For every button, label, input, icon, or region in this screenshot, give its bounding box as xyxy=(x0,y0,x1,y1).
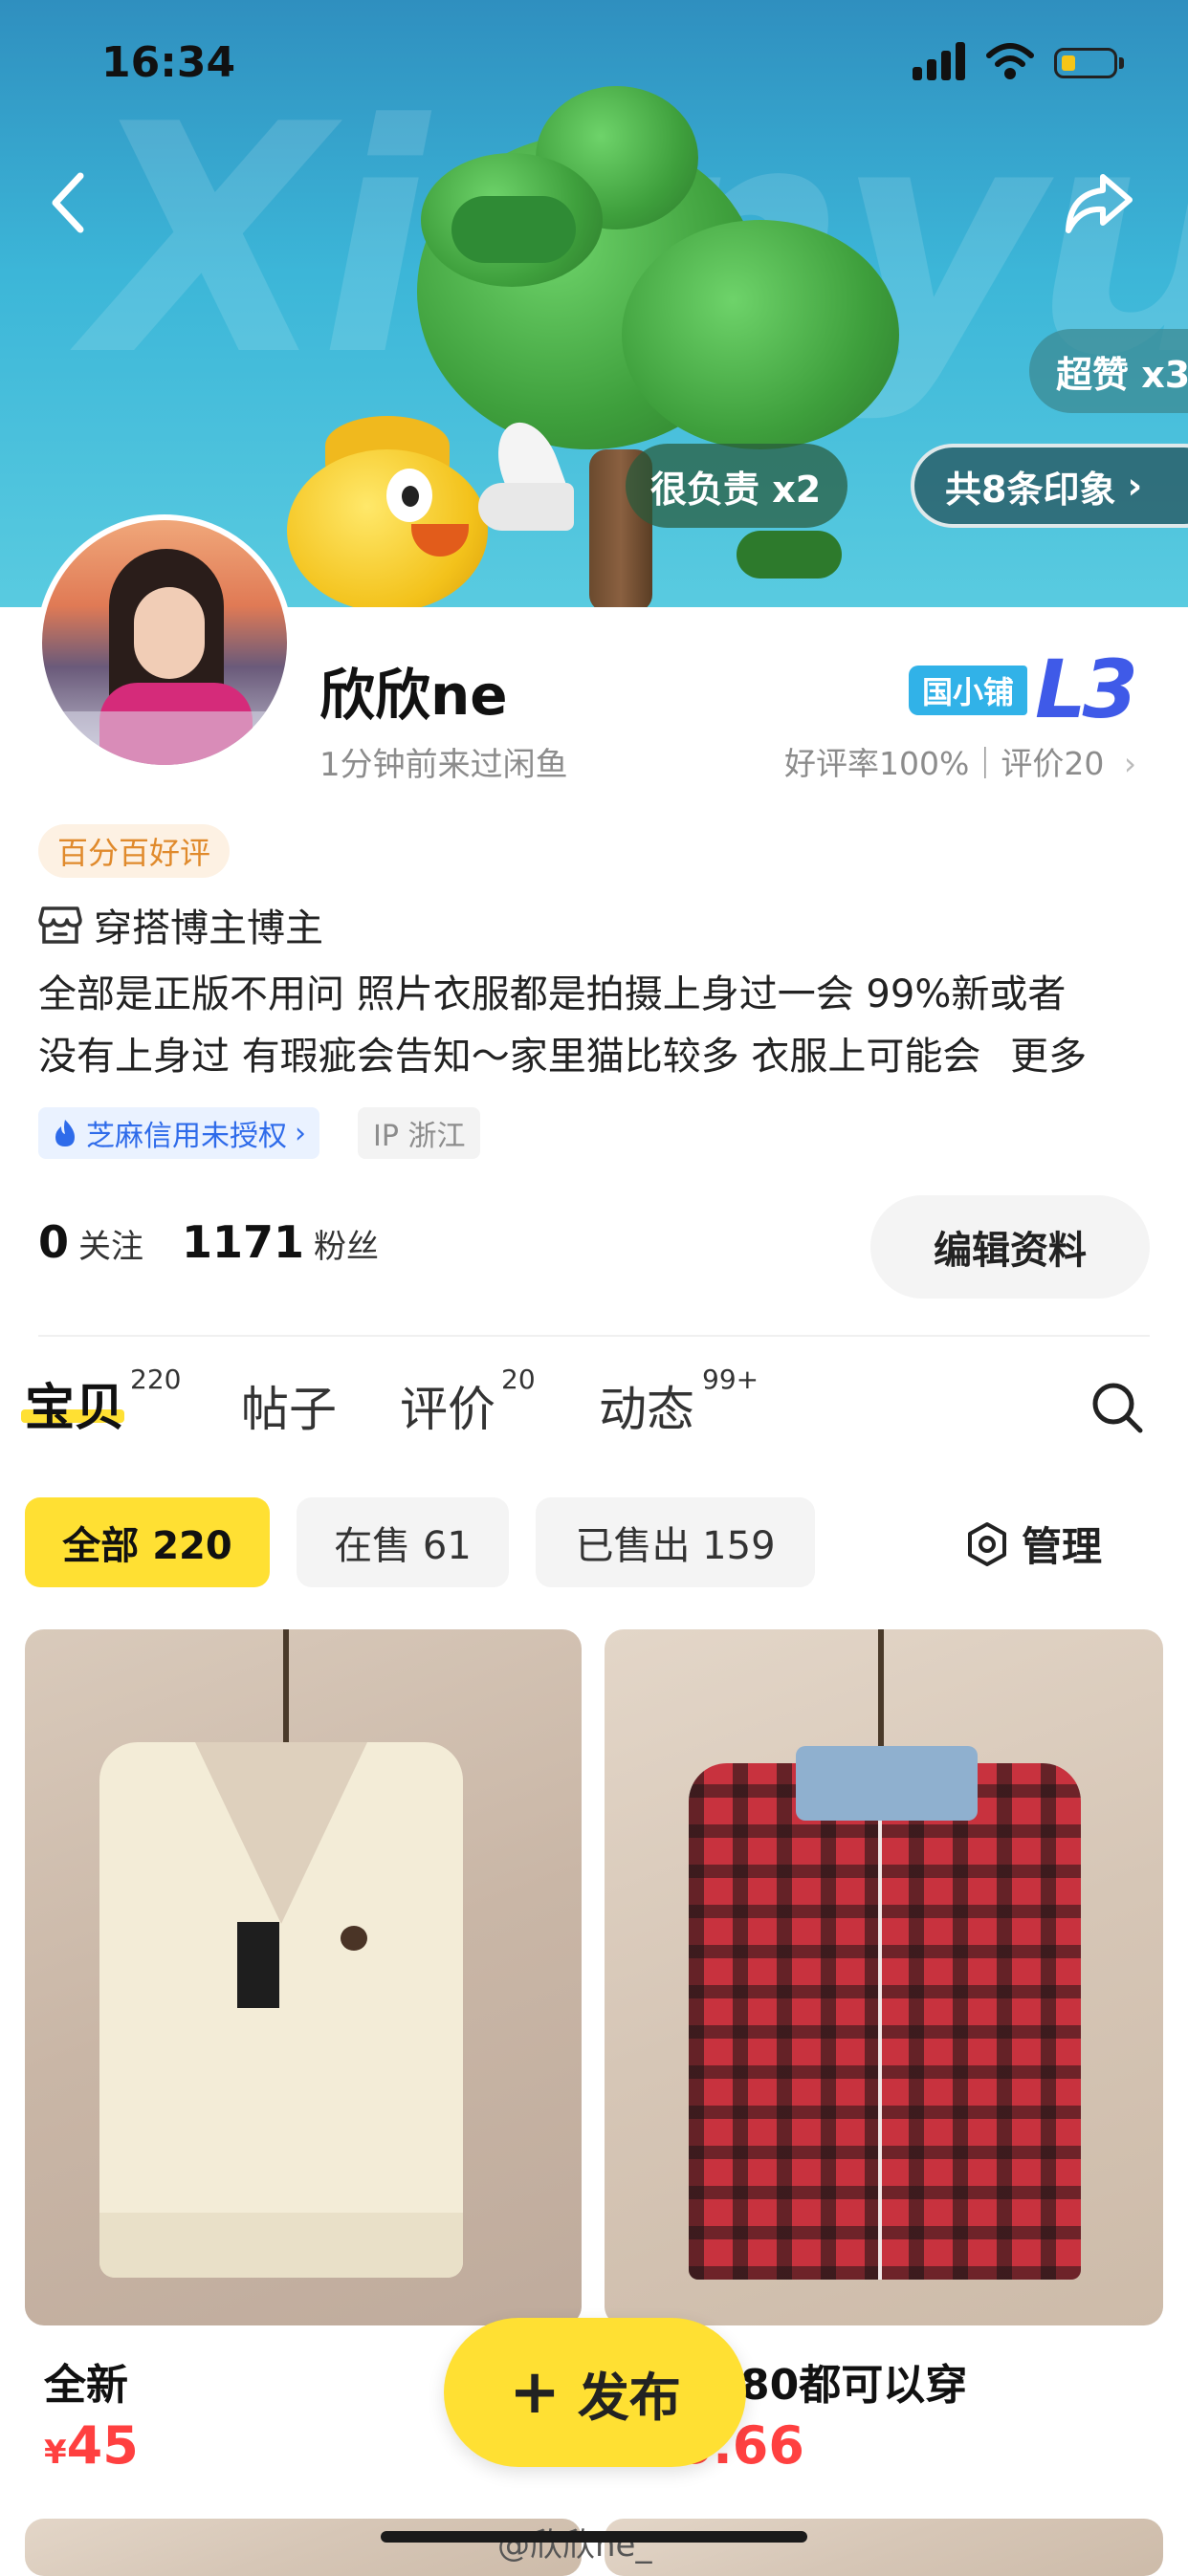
following-count: 0 xyxy=(38,1216,70,1268)
impressions-summary-label: 共8条印象 xyxy=(945,468,1116,511)
filter-all[interactable]: 全部 220 xyxy=(25,1497,270,1587)
shop-badge[interactable]: 国小铺 xyxy=(909,666,1028,715)
tab-reviews-count: 20 xyxy=(501,1364,536,1395)
product-title: 全新 xyxy=(44,2361,128,2410)
filter-on-sale[interactable]: 在售 61 xyxy=(297,1497,509,1587)
role-line: 穿搭博主博主 xyxy=(38,897,323,952)
ip-tag: IP 浙江 xyxy=(358,1107,481,1159)
publish-label: 发布 xyxy=(577,2367,681,2428)
role-text: 穿搭博主博主 xyxy=(94,906,323,950)
tab-activity-label: 动态 xyxy=(599,1382,694,1437)
last-seen: 1分钟前来过闲鱼 xyxy=(319,746,568,784)
shop-badge-label: 国小铺 xyxy=(922,674,1015,710)
price-value: 45 xyxy=(66,2415,139,2476)
product-price: ¥45 xyxy=(44,2415,139,2476)
credit-tag[interactable]: 芝麻信用未授权 › xyxy=(38,1107,319,1159)
product-title: 80都可以穿 xyxy=(740,2361,968,2410)
flame-icon xyxy=(55,1120,75,1146)
tab-reviews-label: 评价 xyxy=(400,1382,495,1437)
product-image xyxy=(25,1629,582,2325)
wifi-icon xyxy=(985,42,1035,80)
bio-line: 没有上身过 有瑕疵会告知～家里猫比较多 衣服上可能会 xyxy=(38,1035,981,1079)
rating-text: 好评率100%｜评价20 xyxy=(784,745,1105,782)
share-button[interactable] xyxy=(1058,163,1140,243)
tab-items[interactable]: 宝贝 220 xyxy=(25,1364,182,1439)
impression-chip-label: 很负责 x2 xyxy=(650,468,822,511)
tab-items-label: 宝贝 xyxy=(25,1380,125,1437)
seller-level[interactable]: L3 xyxy=(1035,643,1138,736)
tab-posts[interactable]: 帖子 xyxy=(241,1371,337,1440)
price-symbol: ¥ xyxy=(44,2434,67,2472)
tab-activity-count: 99+ xyxy=(702,1364,759,1395)
fans-label: 粉丝 xyxy=(314,1228,380,1266)
following-label: 关注 xyxy=(78,1228,144,1266)
back-button[interactable] xyxy=(38,163,99,243)
impression-chip-responsible[interactable]: 很负责 x2 xyxy=(626,444,847,528)
fans-stat[interactable]: 1171 粉丝 xyxy=(182,1216,379,1268)
bio-line: 全部是正版不用问 照片衣服都是拍摄上身过一会 99%新或者 xyxy=(38,972,1067,1016)
tab-reviews[interactable]: 评价 20 xyxy=(400,1364,536,1440)
search-button[interactable] xyxy=(1090,1381,1146,1436)
chevron-right-icon: › xyxy=(1123,745,1137,782)
bio-line-wrap: 没有上身过 有瑕疵会告知～家里猫比较多 衣服上可能会 更多 xyxy=(38,1026,1150,1088)
settings-icon xyxy=(968,1521,1006,1566)
fans-count: 1171 xyxy=(182,1216,305,1268)
manage-label: 管理 xyxy=(1022,1523,1103,1570)
impressions-summary-button[interactable]: 共8条印象 › xyxy=(911,444,1188,528)
filter-sold[interactable]: 已售出 159 xyxy=(536,1497,815,1587)
impression-chip-super-like[interactable]: 超赞 x3 xyxy=(1029,329,1188,413)
publish-button[interactable]: + 发布 xyxy=(444,2318,746,2467)
good-review-tag: 百分百好评 xyxy=(38,824,231,878)
good-review-label: 百分百好评 xyxy=(57,835,211,871)
following-stat[interactable]: 0 关注 xyxy=(38,1216,143,1268)
tab-items-count: 220 xyxy=(130,1364,182,1395)
product-image xyxy=(605,1629,1163,2325)
edit-profile-button[interactable]: 编辑资料 xyxy=(870,1195,1150,1299)
tab-posts-label: 帖子 xyxy=(241,1382,337,1437)
battery-icon xyxy=(1054,48,1117,78)
tab-activity[interactable]: 动态 99+ xyxy=(599,1364,759,1440)
search-icon xyxy=(1092,1383,1143,1433)
bio: 全部是正版不用问 照片衣服都是拍摄上身过一会 99%新或者 没有上身过 有瑕疵会… xyxy=(38,964,1150,1088)
divider xyxy=(38,1335,1150,1337)
manage-button[interactable]: 管理 xyxy=(964,1515,1102,1573)
plus-icon: + xyxy=(509,2357,561,2428)
signal-icon xyxy=(913,42,970,80)
chevron-right-icon: › xyxy=(1127,465,1143,507)
product-card-preview[interactable] xyxy=(605,2519,1163,2576)
share-icon xyxy=(1066,174,1133,233)
avatar[interactable] xyxy=(36,514,293,771)
credit-tag-label: 芝麻信用未授权 xyxy=(86,1120,287,1153)
rating-summary[interactable]: 好评率100%｜评价20 › xyxy=(784,738,1136,784)
chevron-right-icon: › xyxy=(295,1116,306,1150)
home-indicator[interactable] xyxy=(381,2531,807,2543)
shop-icon xyxy=(38,906,82,944)
battery-tip xyxy=(1119,57,1124,69)
chevron-left-icon xyxy=(52,172,84,233)
impression-chip-label: 超赞 x3 xyxy=(1056,353,1188,396)
ip-tag-label: IP 浙江 xyxy=(373,1120,466,1153)
username: 欣欣ne xyxy=(319,663,508,728)
status-time: 16:34 xyxy=(101,38,236,87)
bio-more-link[interactable]: 更多 xyxy=(1010,1035,1087,1079)
